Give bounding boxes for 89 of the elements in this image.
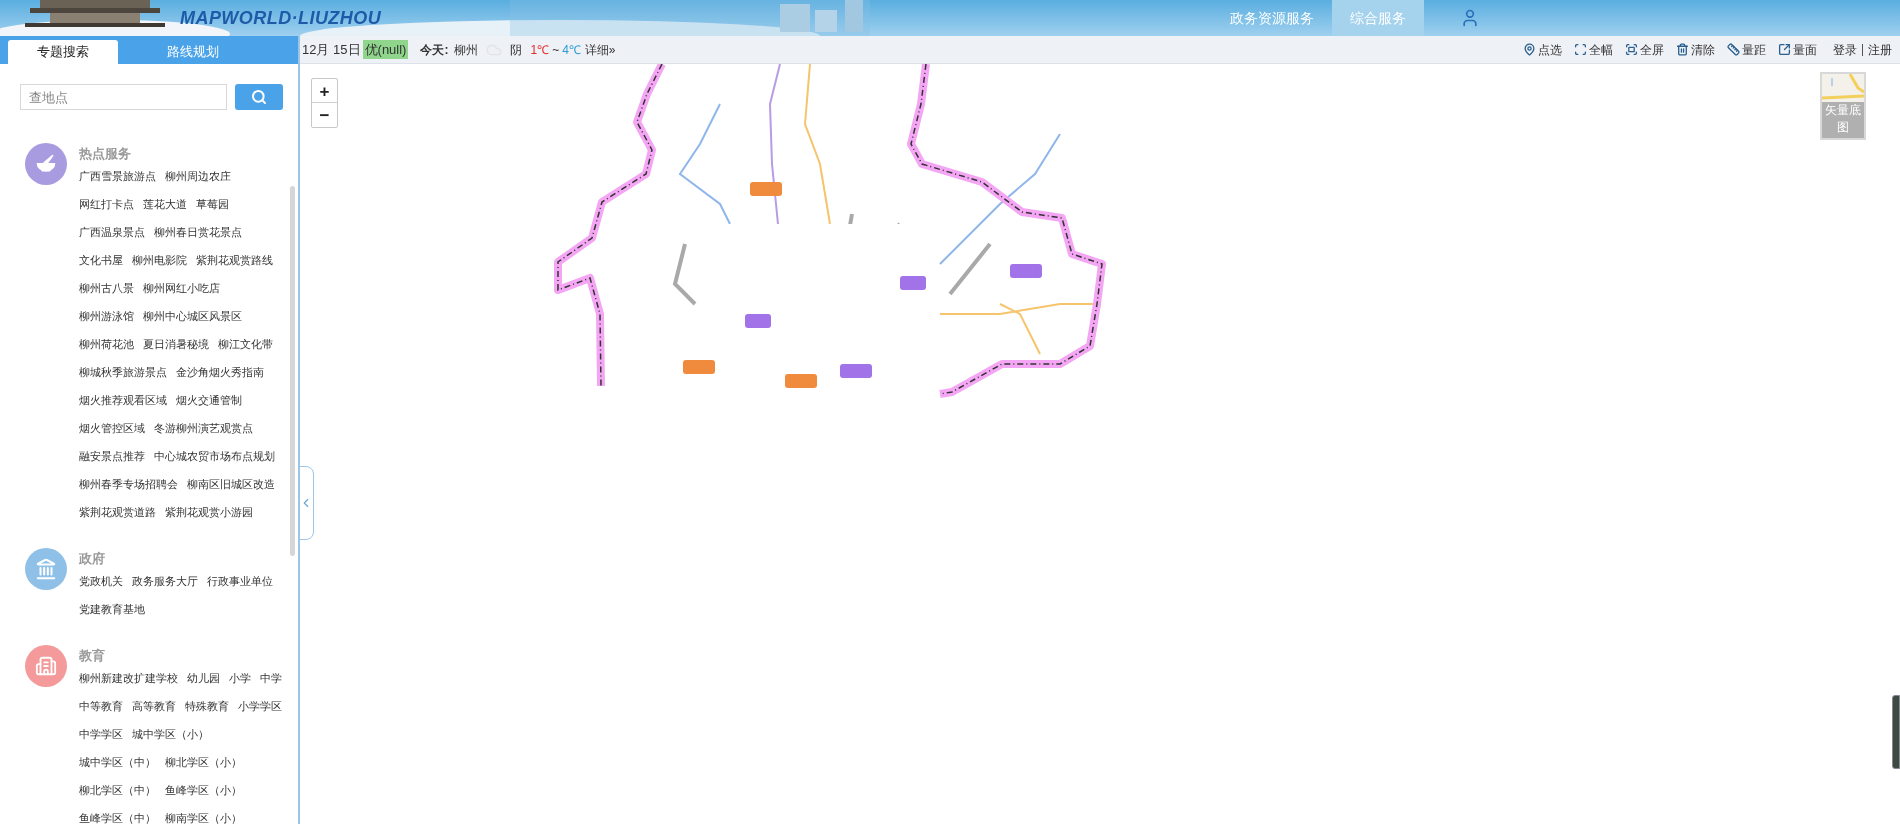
topic-link[interactable]: 文化书屋 [79,251,123,269]
topic-link[interactable]: 紫荆花观赏小游园 [165,503,253,521]
today-label: 今天: [420,41,449,59]
map-tool-button[interactable]: 清除 [1676,40,1715,59]
topic-link[interactable]: 党建教育基地 [79,600,145,618]
topic-link[interactable]: 中学学区 [79,725,123,743]
topic-link[interactable]: 柳南学区（小） [165,809,242,824]
topic-link[interactable]: 中心城农贸市场布点规划 [154,447,275,465]
frame-corners-icon [1574,43,1587,56]
map-view[interactable]: + − 矢量底图 [300,64,1900,824]
topic-link[interactable]: 柳城秋季旅游景点 [79,363,167,381]
topic-link[interactable]: 莲花大道 [143,195,187,213]
topic-link[interactable]: 行政事业单位 [207,572,273,590]
range-separator: ~ [552,41,560,59]
topic-link[interactable]: 柳州新建改扩建学校 [79,669,178,687]
map-tool-button[interactable]: 全屏 [1625,40,1664,59]
side-panel-handle[interactable] [1892,695,1900,769]
topic-link[interactable]: 冬游柳州演艺观赏点 [154,419,253,437]
topic-link[interactable]: 特殊教育 [185,697,229,715]
topic-link[interactable]: 柳州游泳馆 [79,307,134,325]
topic-link[interactable]: 广西温泉景点 [79,223,145,241]
landmark-icon [35,558,57,580]
map-tool-button[interactable]: 点选 [1523,40,1562,59]
collapse-handle[interactable] [300,466,314,540]
details-link[interactable]: 详细» [584,40,616,59]
topic-link[interactable]: 紫荆花观赏道路 [79,503,156,521]
topic-link[interactable]: 柳州古八景 [79,279,134,297]
high-temperature: 4℃ [562,41,581,59]
topic-link[interactable]: 政务服务大厅 [132,572,198,590]
topic-link[interactable]: 金沙角烟火秀指南 [176,363,264,381]
topic-link[interactable]: 柳南区旧城区改造 [187,475,275,493]
zoom-in-button[interactable]: + [312,79,337,103]
map-tool-button[interactable]: 全幅 [1574,40,1613,59]
search-button[interactable] [235,84,283,110]
topic-link[interactable]: 烟火推荐观看区域 [79,391,167,409]
topic-link[interactable]: 鱼峰学区（小） [165,781,242,799]
date-text: 12月 15日 [302,40,361,59]
topic-link[interactable]: 城中学区（中） [79,753,156,771]
expand-icon [1778,43,1791,56]
scrollbar[interactable] [290,186,295,556]
topic-link[interactable]: 紫荆花观赏路线 [196,251,273,269]
account-link[interactable]: 注册 [1862,43,1892,56]
topic-link[interactable]: 网红打卡点 [79,195,134,213]
topic-link[interactable]: 中学 [260,669,282,687]
search-icon [251,89,267,105]
air-quality-badge: 优(null) [362,39,409,60]
search-field[interactable]: 查地点 [20,84,227,110]
trash-icon [1676,43,1689,56]
ruler-icon [1727,43,1740,56]
category-title: 教育 [79,648,106,664]
topic-link[interactable]: 烟火管控区域 [79,419,145,437]
topic-link[interactable]: 柳州春日赏花景点 [154,223,242,241]
topic-link[interactable]: 草莓园 [196,195,229,213]
topic-link[interactable]: 小学学区 [238,697,282,715]
map-tool-button[interactable]: 量面 [1778,40,1817,59]
building-icon [35,655,57,677]
topic-link[interactable]: 高等教育 [132,697,176,715]
weather-text: 阴 [510,41,523,59]
topic-link[interactable]: 小学 [229,669,251,687]
topic-link[interactable]: 烟火交通管制 [176,391,242,409]
topic-link[interactable]: 融安景点推荐 [79,447,145,465]
topic-link[interactable]: 柳州中心城区风景区 [143,307,242,325]
category-title: 政府 [79,551,106,567]
sidebar-tab[interactable]: 专题搜索 [8,40,118,64]
topic-link[interactable]: 鱼峰学区（中） [79,809,156,824]
category-title: 热点服务 [79,146,132,162]
topic-link[interactable]: 柳州网红小吃店 [143,279,220,297]
topic-link[interactable]: 中等教育 [79,697,123,715]
topic-link[interactable]: 幼儿园 [187,669,220,687]
topic-link[interactable]: 柳州春季专场招聘会 [79,475,178,493]
topic-link[interactable]: 柳州电影院 [132,251,187,269]
pin-icon [1523,43,1536,56]
map-tool-button[interactable]: 量距 [1727,40,1766,59]
low-temperature: 1℃ [530,41,550,59]
topic-link[interactable]: 柳江文化带 [218,335,273,353]
topic-link[interactable]: 柳州荷花池 [79,335,134,353]
topic-link[interactable]: 城中学区（小） [132,725,209,743]
topic-link[interactable]: 柳北学区（小） [165,753,242,771]
topic-link[interactable]: 党政机关 [79,572,123,590]
site-logo: MAPWORLD·LIUZHOU [180,6,382,30]
city-text: 柳州 [454,41,479,59]
topic-link[interactable]: 柳北学区（中） [79,781,156,799]
user-icon[interactable] [1460,8,1480,28]
topic-link[interactable]: 柳州周边农庄 [165,167,231,185]
topic-link[interactable]: 广西雪景旅游点 [79,167,156,185]
fullscreen-icon [1625,43,1638,56]
zoom-out-button[interactable]: − [312,103,337,127]
account-link[interactable]: 登录 [1833,43,1857,56]
topic-link[interactable]: 夏日消暑秘境 [143,335,209,353]
